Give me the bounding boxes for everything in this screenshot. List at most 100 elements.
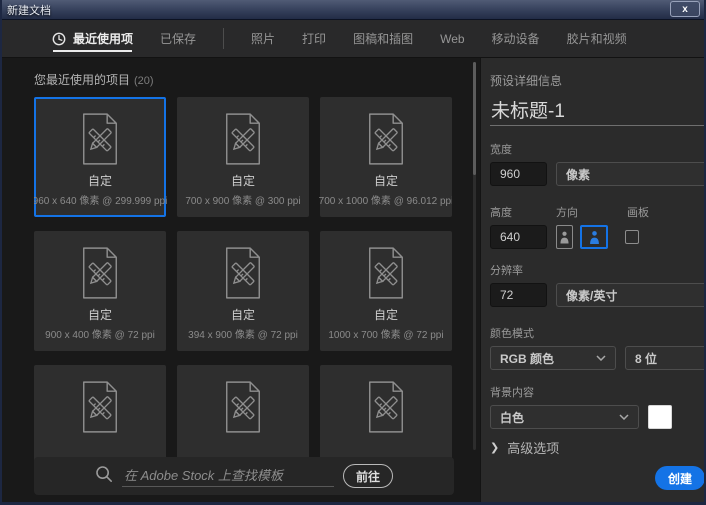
recent-items-count: (20) bbox=[134, 75, 154, 87]
color-mode-value: RGB 颜色 bbox=[500, 350, 554, 367]
background-dropdown[interactable]: 白色 bbox=[490, 405, 639, 429]
document-template-icon bbox=[221, 246, 265, 300]
orientation-label: 方向 bbox=[556, 204, 627, 220]
tab-label: 图稿和插图 bbox=[353, 30, 413, 47]
resolution-row: 像素/英寸 bbox=[490, 283, 706, 307]
height-orientation-row bbox=[490, 225, 706, 249]
window-close-button[interactable]: x bbox=[670, 1, 700, 17]
card-dimensions: 700 x 900 像素 @ 300 ppi bbox=[185, 192, 300, 207]
dialog-body: 您最近使用的项目 (20) 自定 960 x 640 像素 @ 299.999 p… bbox=[2, 58, 704, 502]
card-dimensions: 394 x 900 像素 @ 72 ppi bbox=[188, 326, 298, 341]
card-dimensions: 1000 x 700 像素 @ 72 ppi bbox=[328, 326, 443, 341]
height-orientation-labels: 高度 方向 画板 bbox=[490, 204, 706, 220]
card-title: 自定 bbox=[231, 306, 255, 323]
tab-category-1[interactable]: 已保存 bbox=[160, 20, 196, 57]
tab-category-0[interactable]: 最近使用项 bbox=[52, 20, 133, 57]
stock-search-input[interactable] bbox=[122, 466, 334, 487]
card-title: 自定 bbox=[231, 172, 255, 189]
preset-details-panel: 预设详细信息 宽度 像素 bbox=[480, 58, 706, 502]
chevron-down-icon bbox=[588, 355, 606, 361]
window-title: 新建文档 bbox=[2, 2, 51, 18]
tab-category-2[interactable]: 照片 bbox=[251, 20, 275, 57]
chevron-down-icon bbox=[611, 414, 629, 420]
width-label: 宽度 bbox=[490, 141, 706, 157]
tab-label: 已保存 bbox=[160, 30, 196, 47]
resolution-unit-dropdown[interactable]: 像素/英寸 bbox=[556, 283, 706, 307]
card-title: 自定 bbox=[88, 306, 112, 323]
orientation-portrait-button[interactable] bbox=[556, 225, 573, 249]
artboard-label: 画板 bbox=[627, 204, 649, 220]
width-unit-dropdown[interactable]: 像素 bbox=[556, 162, 706, 186]
orientation-landscape-button[interactable] bbox=[580, 225, 608, 249]
height-label: 高度 bbox=[490, 204, 556, 220]
width-input[interactable] bbox=[490, 162, 547, 186]
chevron-right-icon: ❯ bbox=[490, 441, 499, 454]
card-title: 自定 bbox=[374, 306, 398, 323]
card-title: 自定 bbox=[374, 172, 398, 189]
background-label: 背景内容 bbox=[490, 384, 706, 400]
resolution-unit-value: 像素/英寸 bbox=[566, 287, 617, 304]
background-row: 白色 bbox=[490, 405, 706, 429]
recent-template-card[interactable]: 自定 700 x 1000 像素 @ 96.012 ppi bbox=[320, 97, 452, 217]
scrollbar-thumb[interactable] bbox=[473, 62, 476, 175]
document-name-row bbox=[490, 98, 706, 126]
color-mode-row: RGB 颜色 8 位 bbox=[490, 346, 706, 370]
background-color-swatch[interactable] bbox=[648, 405, 672, 429]
tab-category-4[interactable]: 图稿和插图 bbox=[353, 20, 413, 57]
adobe-stock-searchbar: 前往 bbox=[34, 457, 454, 495]
bit-depth-dropdown[interactable]: 8 位 bbox=[625, 346, 706, 370]
width-unit-value: 像素 bbox=[566, 166, 590, 183]
document-template-icon bbox=[78, 246, 122, 300]
clock-icon bbox=[52, 32, 66, 46]
recent-templates-grid: 自定 960 x 640 像素 @ 299.999 ppi 自定 700 x 9… bbox=[34, 97, 452, 487]
new-document-dialog: 新建文档 x 最近使用项 已保存 照片 打印 图稿和插图 Web 移动设备 胶片… bbox=[0, 0, 706, 505]
tab-category-6[interactable]: 移动设备 bbox=[492, 20, 540, 57]
document-template-icon bbox=[364, 112, 408, 166]
background-value: 白色 bbox=[500, 409, 524, 426]
tab-label: Web bbox=[440, 32, 464, 46]
preset-category-tabbar: 最近使用项 已保存 照片 打印 图稿和插图 Web 移动设备 胶片和视频 bbox=[2, 20, 704, 58]
document-template-icon bbox=[221, 112, 265, 166]
tab-web[interactable]: Web bbox=[440, 20, 464, 57]
color-mode-dropdown[interactable]: RGB 颜色 bbox=[490, 346, 616, 370]
document-template-icon bbox=[364, 246, 408, 300]
recent-panel-scrollbar[interactable] bbox=[473, 62, 476, 450]
recent-template-card[interactable]: 自定 1000 x 700 像素 @ 72 ppi bbox=[320, 231, 452, 351]
resolution-input[interactable] bbox=[490, 283, 547, 307]
resolution-label: 分辨率 bbox=[490, 262, 706, 278]
titlebar[interactable]: 新建文档 x bbox=[2, 0, 704, 20]
recent-items-panel: 您最近使用的项目 (20) 自定 960 x 640 像素 @ 299.999 p… bbox=[2, 58, 480, 502]
recent-template-card[interactable]: 自定 900 x 400 像素 @ 72 ppi bbox=[34, 231, 166, 351]
width-row: 像素 bbox=[490, 162, 706, 186]
recent-items-heading: 您最近使用的项目 (20) bbox=[34, 71, 154, 88]
advanced-options-label: 高级选项 bbox=[507, 438, 559, 457]
create-button[interactable]: 创建 bbox=[655, 466, 705, 490]
recent-template-card[interactable]: 自定 960 x 640 像素 @ 299.999 ppi bbox=[34, 97, 166, 217]
tab-label: 移动设备 bbox=[492, 30, 540, 47]
tab-category-3[interactable]: 打印 bbox=[302, 20, 326, 57]
recent-template-card[interactable]: 自定 700 x 900 像素 @ 300 ppi bbox=[177, 97, 309, 217]
stock-go-button[interactable]: 前往 bbox=[343, 464, 393, 488]
document-template-icon bbox=[221, 380, 265, 434]
document-template-icon bbox=[78, 380, 122, 434]
recent-template-card[interactable]: 自定 394 x 900 像素 @ 72 ppi bbox=[177, 231, 309, 351]
tab-label: 最近使用项 bbox=[73, 30, 133, 47]
advanced-options-toggle[interactable]: ❯ 高级选项 bbox=[490, 438, 706, 457]
card-dimensions: 900 x 400 像素 @ 72 ppi bbox=[45, 326, 155, 341]
tab-label: 照片 bbox=[251, 30, 275, 47]
tab-divider bbox=[223, 28, 224, 49]
artboard-checkbox[interactable] bbox=[625, 230, 639, 244]
tab-label: 打印 bbox=[302, 30, 326, 47]
search-icon bbox=[95, 465, 113, 488]
recent-items-heading-text: 您最近使用的项目 bbox=[34, 73, 130, 87]
dialog-action-buttons: 创建 关闭 bbox=[655, 466, 706, 490]
document-name-input[interactable] bbox=[490, 98, 706, 126]
bit-depth-value: 8 位 bbox=[635, 350, 657, 367]
preset-details-heading: 预设详细信息 bbox=[490, 72, 706, 89]
card-dimensions: 700 x 1000 像素 @ 96.012 ppi bbox=[319, 192, 452, 207]
tab-category-7[interactable]: 胶片和视频 bbox=[567, 20, 627, 57]
card-title: 自定 bbox=[88, 172, 112, 189]
document-template-icon bbox=[364, 380, 408, 434]
height-input[interactable] bbox=[490, 225, 547, 249]
tab-label: 胶片和视频 bbox=[567, 30, 627, 47]
